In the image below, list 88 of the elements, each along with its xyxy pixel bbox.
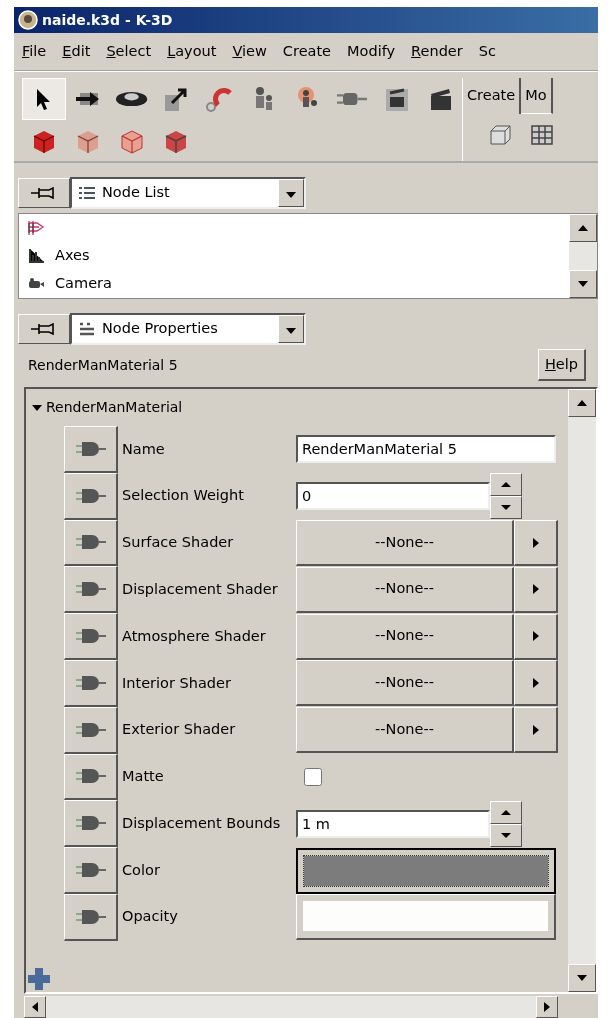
- menu-item[interactable]: Render: [403, 40, 471, 63]
- shader-menu-button[interactable]: --None--: [296, 613, 514, 660]
- spin-field[interactable]: 0: [296, 482, 490, 511]
- pin-icon: [31, 322, 57, 336]
- layers-icon: [27, 219, 45, 237]
- shader-menu-button[interactable]: --None--: [296, 566, 514, 613]
- connector-button[interactable]: [64, 847, 118, 894]
- pin-icon: [31, 186, 57, 200]
- arrow-down-icon[interactable]: [576, 974, 588, 982]
- list-icon: [78, 185, 96, 201]
- grid-icon: [529, 122, 555, 148]
- submenu-arrow-button[interactable]: [514, 566, 558, 613]
- connector-button[interactable]: [64, 566, 118, 614]
- triangle-right-icon: [531, 536, 540, 549]
- triangle-right-icon: [531, 723, 540, 736]
- horizontal-scrollbar[interactable]: [24, 996, 558, 1018]
- shader-menu-button[interactable]: --None--: [296, 520, 514, 566]
- spin-field[interactable]: 1 m: [296, 809, 490, 838]
- scrollbar[interactable]: [568, 389, 596, 992]
- property-label: Surface Shader: [121, 533, 235, 553]
- tab[interactable]: Mo: [521, 78, 553, 114]
- menu-item[interactable]: Layout: [159, 40, 225, 63]
- arrow-right-icon[interactable]: [543, 1001, 551, 1013]
- checkbox[interactable]: [304, 767, 322, 786]
- window-title: naide.k3d - K-3D: [42, 10, 173, 30]
- axes-icon: [27, 247, 45, 265]
- panel-selector[interactable]: Node List: [70, 177, 306, 209]
- menu-item[interactable]: Modify: [339, 40, 404, 63]
- pin-button[interactable]: [18, 178, 70, 208]
- arrow-left-icon[interactable]: [31, 1001, 39, 1013]
- menu-item[interactable]: Create: [274, 40, 340, 63]
- connector-button[interactable]: [64, 472, 118, 520]
- arrow-down-icon[interactable]: [577, 280, 589, 288]
- menu-item[interactable]: Select: [98, 40, 160, 63]
- menu-item[interactable]: Edit: [54, 40, 99, 63]
- property-label: Displacement Shader: [121, 579, 279, 599]
- shader-menu-button[interactable]: --None--: [296, 707, 514, 754]
- app-logo-icon: [18, 10, 38, 30]
- value-field[interactable]: [296, 894, 556, 941]
- submenu-arrow-button[interactable]: [514, 707, 558, 754]
- scrollbar[interactable]: [569, 214, 597, 298]
- menu-item[interactable]: File: [14, 40, 55, 63]
- spin-buttons[interactable]: [490, 800, 522, 847]
- connector-button[interactable]: [64, 660, 118, 707]
- submenu-arrow-button[interactable]: [514, 613, 558, 660]
- property-label: Exterior Shader: [121, 720, 237, 740]
- connector-button[interactable]: [64, 426, 118, 473]
- connector-button[interactable]: [64, 893, 118, 941]
- pin-button[interactable]: [18, 314, 70, 344]
- connector-button[interactable]: [64, 613, 118, 660]
- arrow-up-icon[interactable]: [576, 399, 588, 407]
- tool-button[interactable]: [22, 78, 66, 120]
- box-icon: [487, 122, 513, 148]
- connector-button[interactable]: [64, 706, 118, 754]
- text-field[interactable]: RenderManMaterial 5: [296, 435, 556, 464]
- properties-icon: [78, 321, 96, 337]
- connector-button[interactable]: [64, 800, 118, 848]
- triangle-right-icon: [531, 677, 540, 689]
- property-label: Selection Weight: [121, 486, 245, 506]
- triangle-right-icon: [531, 630, 540, 643]
- group-title: RenderManMaterial: [46, 398, 183, 417]
- disc-icon: [116, 91, 148, 107]
- property-label: Opacity: [121, 907, 179, 927]
- shader-menu-button[interactable]: --None--: [296, 660, 514, 707]
- submenu-arrow-button[interactable]: [514, 520, 558, 566]
- property-label: Color: [121, 860, 161, 880]
- panel-selector[interactable]: Node Properties: [70, 313, 306, 345]
- spin-buttons[interactable]: [490, 473, 522, 520]
- triangle-right-icon: [531, 583, 540, 596]
- color-button[interactable]: [296, 847, 556, 894]
- add-icon: [26, 966, 52, 992]
- expander-down-icon[interactable]: [32, 402, 42, 413]
- property-label: Interior Shader: [121, 673, 232, 693]
- property-label: Atmosphere Shader: [121, 626, 267, 646]
- list-item[interactable]: Axes: [55, 245, 90, 267]
- property-label: Matte: [121, 767, 165, 787]
- connector-button[interactable]: [64, 753, 118, 801]
- arrow-up-icon[interactable]: [577, 224, 589, 232]
- plug-icon: [337, 93, 367, 105]
- property-label: Displacement Bounds: [121, 813, 282, 833]
- node-name: RenderManMaterial 5: [28, 355, 178, 375]
- help-button[interactable]: Help: [537, 349, 586, 381]
- list-item[interactable]: Camera: [55, 273, 112, 295]
- connector-button[interactable]: [64, 519, 118, 567]
- property-label: Name: [121, 439, 166, 459]
- submenu-arrow-button[interactable]: [514, 660, 558, 707]
- menu-item[interactable]: View: [224, 40, 275, 63]
- menu-item[interactable]: Sc: [470, 40, 504, 63]
